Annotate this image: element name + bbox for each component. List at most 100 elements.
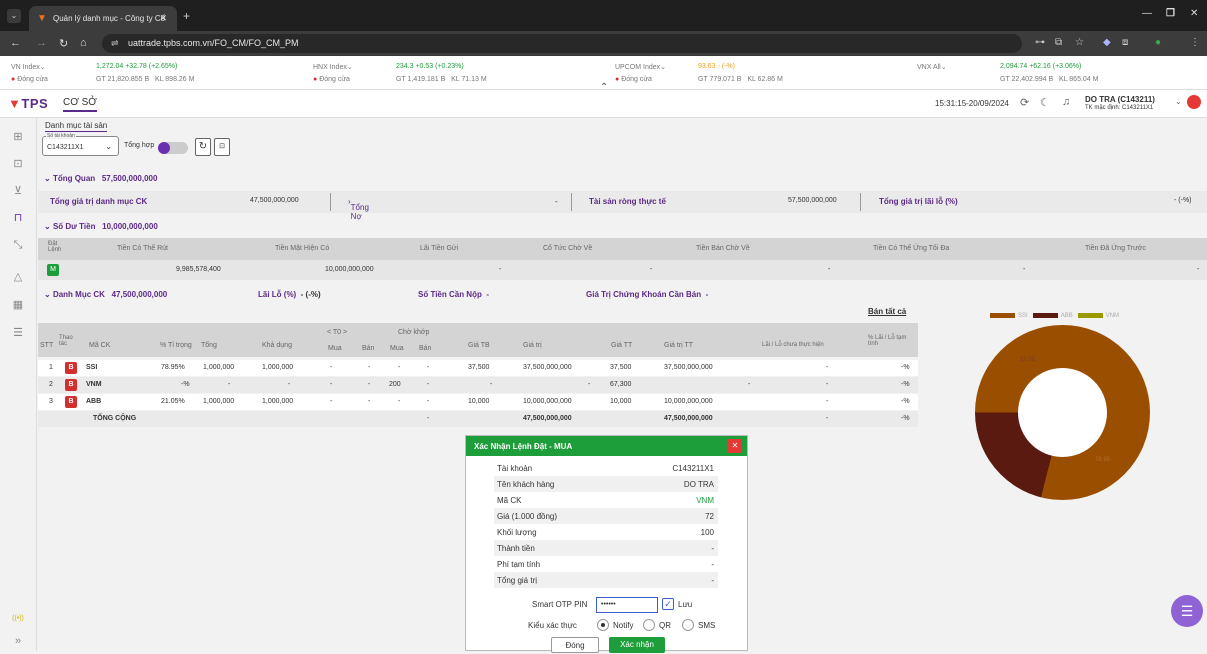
- aggregate-label: Tổng hợp: [124, 142, 155, 149]
- dashboard-icon[interactable]: ⊞: [11, 130, 25, 144]
- col-header: Tiền Có Thể Rút: [117, 245, 168, 252]
- profile-avatar-icon[interactable]: ●: [1155, 37, 1161, 48]
- modal-close-icon[interactable]: ✕: [728, 439, 742, 453]
- chevron-down-icon: ⌄: [105, 142, 112, 151]
- extension-shield-icon[interactable]: ◆: [1103, 37, 1111, 48]
- sell-value: Giá Trị Chứng Khoán Cần Bán -: [586, 290, 709, 299]
- cart-icon[interactable]: ⊻: [11, 184, 25, 198]
- buy-button[interactable]: B: [65, 362, 77, 374]
- index-name[interactable]: VNX All⌄: [917, 63, 947, 71]
- portfolio-icon[interactable]: ⊓: [11, 211, 25, 225]
- dividend-value: -: [650, 266, 653, 273]
- browser-menu-icon[interactable]: ⋮: [1190, 37, 1200, 48]
- tab-search-icon[interactable]: ⌄: [7, 9, 21, 23]
- sell-all-link[interactable]: Bán tất cả: [868, 307, 906, 316]
- col-header: % Lãi / Lỗ tạm tính: [868, 335, 907, 347]
- auth-type-label: Kiểu xác thực: [528, 621, 577, 630]
- withdrawable-value: 9,985,578,400: [176, 266, 221, 273]
- bell-icon[interactable]: ♫: [1062, 96, 1070, 108]
- net-assets-label: Tài sản ròng thực tế: [589, 197, 666, 206]
- default-account: TK mặc định: C143211X1: [1085, 105, 1154, 111]
- auth-notify-radio[interactable]: [597, 619, 609, 631]
- overview-section[interactable]: ⌄ Tổng Quan 57,500,000,000: [44, 174, 157, 183]
- extensions-icon[interactable]: ⧈: [1122, 37, 1128, 48]
- col-header: Cổ Tức Chờ Về: [543, 245, 593, 252]
- transfer-icon[interactable]: ⤡: [11, 238, 25, 252]
- account-select[interactable]: Số tài khoản C143211X1 ⌄: [42, 133, 119, 156]
- aggregate-toggle[interactable]: [158, 142, 188, 154]
- chart-legend: SSI ABB VNM: [990, 313, 1119, 319]
- calculator-icon[interactable]: ▦: [11, 298, 25, 312]
- password-key-icon[interactable]: ⊶: [1035, 37, 1045, 48]
- col-header: Tổng: [201, 342, 217, 349]
- col-header: Giá trị: [523, 342, 542, 349]
- tps-logo[interactable]: ▼TPS: [8, 96, 48, 111]
- bookmark-star-icon[interactable]: ☆: [1075, 37, 1084, 48]
- index-name[interactable]: VN Index⌄: [11, 63, 46, 71]
- save-otp-checkbox[interactable]: ✓: [662, 598, 674, 610]
- expand-sidebar-icon[interactable]: »: [11, 634, 25, 648]
- chart-icon[interactable]: ⊡: [11, 157, 25, 171]
- server-datetime: 15:31:15-20/09/2024: [935, 99, 1009, 108]
- refresh-button[interactable]: ↻: [195, 138, 211, 156]
- tab-title: Quản lý danh mục - Công ty Cổ: [53, 14, 166, 23]
- new-tab-icon[interactable]: +: [183, 9, 190, 23]
- floating-menu-button[interactable]: ☰: [1171, 595, 1203, 627]
- auth-qr-radio[interactable]: [643, 619, 655, 631]
- portfolio-table-header: STT Thao tác Mã CK % Tỉ trọng Tổng Khả d…: [38, 323, 918, 357]
- donut-hole: [1018, 368, 1107, 457]
- reload-icon[interactable]: ↻: [59, 37, 68, 50]
- sync-icon[interactable]: ⟳: [1020, 96, 1029, 109]
- buy-button[interactable]: B: [65, 379, 77, 391]
- back-icon[interactable]: ←: [10, 37, 21, 49]
- table-row[interactable]: 2 B VNM -% - - - - 200 - - - 67,300 - - …: [38, 377, 918, 393]
- table-row[interactable]: 1 B SSI 78.95% 1,000,000 1,000,000 - - -…: [38, 360, 918, 376]
- site-info-icon[interactable]: ⇌: [111, 34, 119, 53]
- portfolio-section[interactable]: ⌄ Danh Mục CK 47,500,000,000: [44, 290, 167, 299]
- tps-favicon-icon: ▼: [37, 13, 47, 24]
- col-header: Chờ khớp: [398, 329, 430, 336]
- pay-amount: Số Tiền Cần Nộp -: [418, 290, 489, 299]
- index-gt: GT 21,820.855 B KL 898.26 M: [96, 76, 195, 83]
- user-dropdown-icon[interactable]: ⌄: [1175, 97, 1182, 106]
- col-header: Thao tác: [59, 335, 73, 347]
- cash-table-header: Đặt Lệnh Tiền Có Thể Rút Tiền Mặt Hiện C…: [38, 238, 1207, 260]
- index-name[interactable]: HNX Index⌄: [313, 63, 353, 71]
- index-state: ● Đóng cửa: [615, 76, 652, 83]
- otp-input[interactable]: ••••••: [596, 597, 658, 613]
- col-header: Mua: [390, 345, 404, 352]
- home-icon[interactable]: ⌂: [80, 37, 87, 49]
- portfolio-donut-chart[interactable]: 78.95 21.05: [975, 325, 1150, 500]
- debt-toggle[interactable]: › Tổng Nợ: [348, 197, 369, 221]
- close-window-icon[interactable]: ✕: [1190, 8, 1198, 19]
- browser-tab[interactable]: ▼ Quản lý danh mục - Công ty Cổ ✕: [29, 6, 177, 31]
- minimize-icon[interactable]: —: [1142, 8, 1152, 19]
- forward-icon[interactable]: →: [36, 37, 47, 49]
- tab-close-icon[interactable]: ✕: [159, 6, 167, 31]
- buy-button[interactable]: B: [65, 396, 77, 408]
- restore-icon[interactable]: ❐: [1166, 8, 1175, 19]
- legend-label-abb: ABB: [1060, 313, 1073, 320]
- account-label: Số tài khoản: [46, 133, 76, 139]
- table-row[interactable]: 3 B ABB 21.05% 1,000,000 1,000,000 - - -…: [38, 394, 918, 410]
- tab-portfolio[interactable]: Danh mục tài sản: [45, 121, 108, 132]
- place-order-button[interactable]: M: [47, 264, 59, 276]
- col-header: Giá trị TT: [664, 342, 694, 349]
- list-icon[interactable]: ☰: [11, 326, 25, 340]
- auth-sms-radio[interactable]: [682, 619, 694, 631]
- url-bar[interactable]: ⇌ uattrade.tpbs.com.vn/FO_CM/FO_CM_PM: [102, 34, 1022, 53]
- legend-swatch-abb: [1032, 313, 1058, 318]
- index-name[interactable]: UPCOM Index⌄: [615, 63, 666, 71]
- sell-pending-value: -: [828, 266, 831, 273]
- max-advance-value: -: [1023, 266, 1026, 273]
- menu-co-so[interactable]: CƠ SỞ: [63, 97, 97, 112]
- col-header: Đặt Lệnh: [48, 241, 62, 253]
- user-name[interactable]: DO TRA (C143211): [1085, 95, 1155, 104]
- notification-icon[interactable]: △: [11, 270, 25, 284]
- user-avatar[interactable]: [1187, 95, 1201, 109]
- cash-section[interactable]: ⌄ Số Dư Tiền 10,000,000,000: [44, 222, 158, 231]
- dark-mode-icon[interactable]: ☾: [1040, 96, 1050, 109]
- export-button[interactable]: ⊡: [214, 138, 230, 156]
- index-change: 93.63 - (-%): [698, 63, 735, 70]
- cast-icon[interactable]: ⧉: [1055, 37, 1062, 48]
